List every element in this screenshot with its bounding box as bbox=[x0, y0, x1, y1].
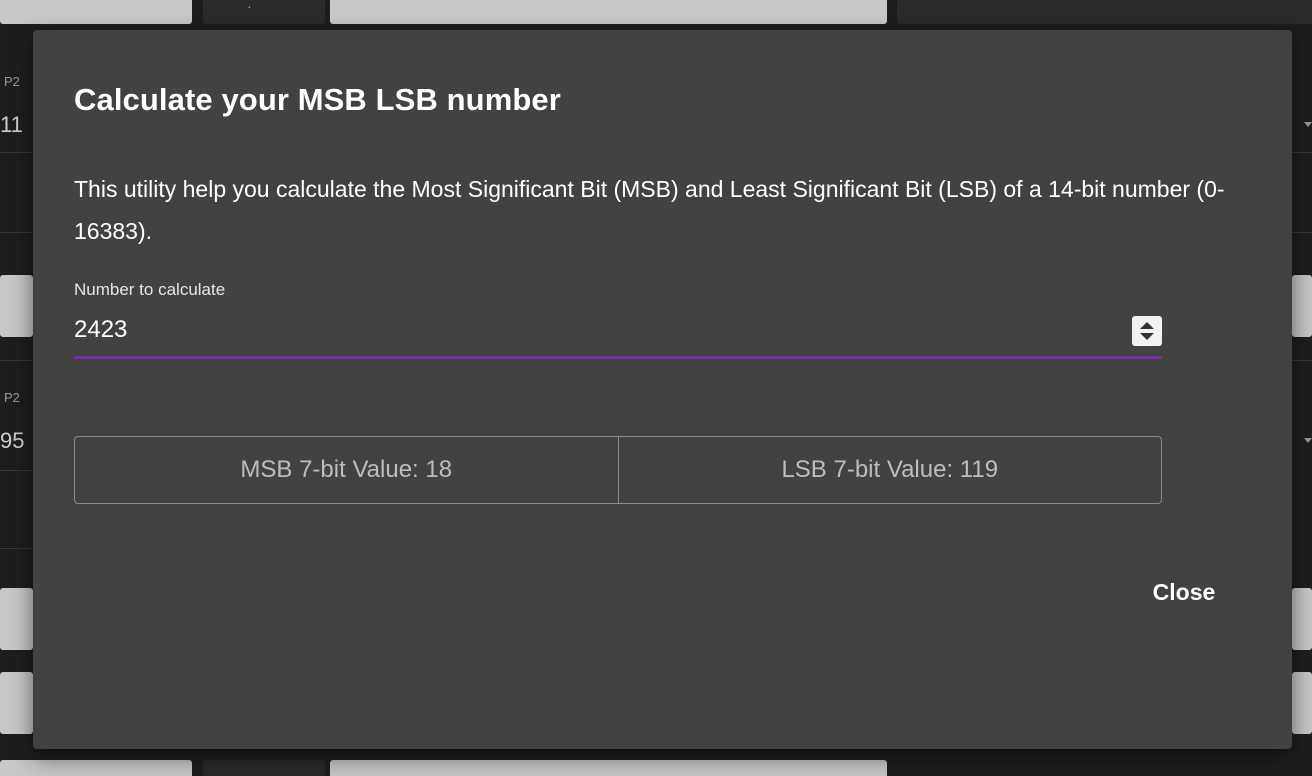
background-divider bbox=[0, 470, 33, 471]
chevron-down-icon bbox=[1304, 122, 1312, 127]
stepper-up-icon[interactable] bbox=[1140, 322, 1154, 329]
background-panel bbox=[330, 760, 887, 776]
background-divider bbox=[0, 548, 33, 549]
background-panel bbox=[1292, 672, 1312, 734]
dialog-description: This utility help you calculate the Most… bbox=[74, 176, 1225, 244]
dialog-title: Calculate your MSB LSB number bbox=[74, 82, 561, 117]
number-input[interactable] bbox=[74, 312, 1114, 348]
background-label: P2 bbox=[4, 390, 20, 405]
msb-result: MSB 7-bit Value: 18 bbox=[240, 456, 453, 483]
background-divider bbox=[1292, 152, 1312, 153]
background-divider bbox=[0, 360, 33, 361]
background-panel bbox=[330, 0, 887, 24]
stepper-down-icon[interactable] bbox=[1140, 333, 1154, 340]
lsb-result: LSB 7-bit Value: 119 bbox=[617, 437, 1162, 503]
number-stepper-icon[interactable] bbox=[1132, 316, 1162, 346]
background-divider bbox=[1292, 360, 1312, 361]
number-field-underline bbox=[74, 356, 1162, 359]
background-value: 11 bbox=[0, 112, 23, 137]
background-panel bbox=[0, 588, 33, 650]
number-field: Number to calculate bbox=[74, 276, 1162, 360]
background-panel bbox=[0, 672, 33, 734]
background-panel bbox=[0, 760, 192, 776]
background-panel bbox=[0, 275, 33, 337]
background-panel bbox=[0, 0, 192, 24]
chevron-down-icon bbox=[1304, 438, 1312, 443]
background-panel bbox=[1292, 588, 1312, 650]
background-divider bbox=[0, 232, 33, 233]
background-label: P2 bbox=[4, 74, 20, 89]
background-panel bbox=[1292, 275, 1312, 337]
number-field-label: Number to calculate bbox=[74, 280, 226, 299]
background-panel bbox=[203, 760, 325, 776]
background-panel: · bbox=[203, 0, 325, 24]
msb-lsb-dialog: Calculate your MSB LSB number This utili… bbox=[33, 30, 1292, 749]
background-panel bbox=[897, 0, 1312, 24]
background-divider bbox=[1292, 232, 1312, 233]
result-group: MSB 7-bit Value: 18 LSB 7-bit Value: 119 bbox=[74, 436, 1162, 504]
close-button[interactable]: Close bbox=[1133, 570, 1235, 614]
background-divider bbox=[0, 152, 33, 153]
background-text: · bbox=[247, 0, 252, 14]
background-value: 95 bbox=[0, 428, 25, 453]
